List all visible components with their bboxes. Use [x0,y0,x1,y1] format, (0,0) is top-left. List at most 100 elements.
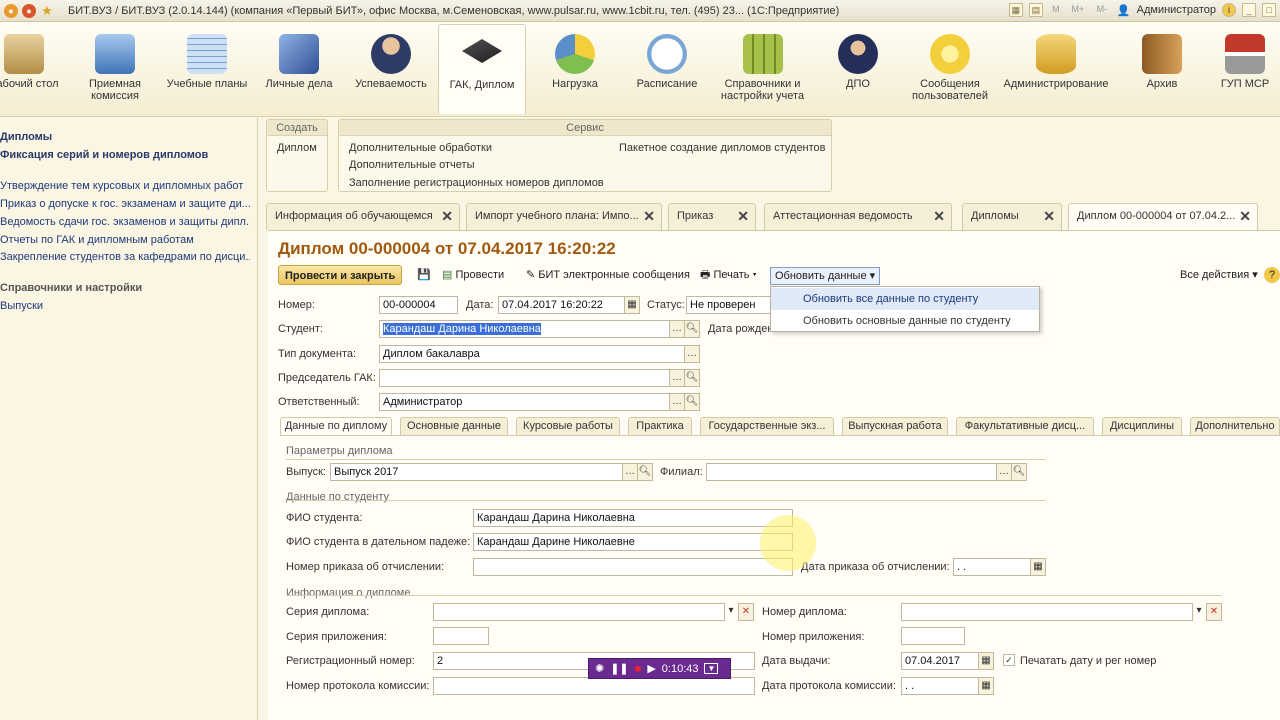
section-personal-files[interactable]: Личные дела [255,24,343,114]
close-icon[interactable]: ✕ [441,204,453,229]
section-references[interactable]: Справочники и настройки учета [715,24,810,114]
open-tab-attestation[interactable]: Аттестационная ведомость ✕ [764,203,952,230]
section-administration[interactable]: Администрирование [1000,24,1112,114]
open-tab-diplomas[interactable]: Дипломы ✕ [962,203,1062,230]
student-field[interactable]: Карандаш Дарина Николаевна [379,320,671,338]
app-series-field[interactable] [433,627,489,645]
info-icon[interactable]: i [1222,3,1236,17]
select-dots-icon[interactable]: … [684,345,700,363]
release-field[interactable]: Выпуск 2017 [330,463,624,481]
all-actions-button[interactable]: Все действия ▾ [1180,265,1258,285]
section-load[interactable]: Нагрузка [531,24,619,114]
play-icon[interactable]: ▶ [647,662,655,675]
clear-icon[interactable]: ✕ [1206,603,1222,621]
search-icon[interactable]: 🔍︎ [684,393,700,411]
select-dots-icon[interactable]: … [996,463,1012,481]
current-user[interactable]: Администратор [1137,4,1216,16]
protocol-date-field[interactable]: . . [901,677,979,695]
branch-field[interactable] [706,463,998,481]
select-dots-icon[interactable]: … [669,369,685,387]
fio-dative-field[interactable]: Карандаш Дарине Николаевне [473,533,793,551]
calendar-icon[interactable]: ▦ [1030,558,1046,576]
service-fill-reg-numbers[interactable]: Заполнение регистрационных номеров дипло… [349,177,604,189]
bit-messages-button[interactable]: ✎ БИТ электронные сообщения [526,265,690,285]
section-curriculum[interactable]: Учебные планы [163,24,251,114]
select-dots-icon[interactable]: … [622,463,638,481]
tab-practice[interactable]: Практика [628,417,692,435]
menu-update-main[interactable]: Обновить основные данные по студенту [771,310,1039,332]
search-icon[interactable]: 🔍︎ [684,320,700,338]
expel-date-field[interactable]: . . [953,558,1031,576]
nav-item-gak-reports[interactable]: Отчеты по ГАК и дипломным работам [0,234,250,246]
fio-field[interactable]: Карандаш Дарина Николаевна [473,509,793,527]
tab-additional[interactable]: Дополнительно [1190,417,1280,435]
tab-final-work[interactable]: Выпускная работа [842,417,948,435]
section-gup-msr[interactable]: ГУП МСР [1210,24,1280,114]
favorite-star-icon[interactable]: ★ [40,3,54,18]
search-icon[interactable]: 🔍︎ [1011,463,1027,481]
calendar-icon[interactable]: ▦ [624,296,640,314]
search-icon[interactable]: 🔍︎ [637,463,653,481]
nav-item-releases[interactable]: Выпуски [0,300,250,312]
chevron-down-icon[interactable]: ▾ [723,603,739,621]
nav-item-department-assignment[interactable]: Закрепление студентов за кафедрами по ди… [0,251,250,263]
open-tab-order[interactable]: Приказ ✕ [668,203,756,230]
open-tab-import-plan[interactable]: Импорт учебного плана: Импо... ✕ [466,203,662,230]
nav-item-series-fixation[interactable]: Фиксация серий и номеров дипломов [0,149,250,161]
doctype-field[interactable]: Диплом бакалавра [379,345,686,363]
recorder-menu-icon[interactable]: ▼ [704,663,719,674]
m-button[interactable]: M [1049,3,1063,17]
section-dpo[interactable]: ДПО [814,24,902,114]
chevron-down-icon[interactable]: ▾ [1191,603,1207,621]
tab-main-data[interactable]: Основные данные [400,417,508,435]
calculator-icon[interactable]: ▦ [1008,3,1023,17]
section-gak-diploma[interactable]: ГАК, Диплом [438,24,526,114]
section-schedule[interactable]: Расписание [623,24,711,114]
clear-icon[interactable]: ✕ [738,603,754,621]
maximize-button[interactable]: □ [1262,3,1276,17]
number-field[interactable]: 00-000004 [379,296,458,314]
m-minus-button[interactable]: M- [1093,3,1111,17]
calendar-icon[interactable]: ▤ [1028,3,1043,17]
service-batch-create[interactable]: Пакетное создание дипломов студентов [619,142,826,154]
close-icon[interactable]: ✕ [933,204,945,229]
date-field[interactable]: 07.04.2017 16:20:22 [498,296,626,314]
help-icon[interactable]: ? [1264,267,1280,283]
menu-update-all[interactable]: Обновить все данные по студенту [771,288,1039,310]
close-icon[interactable]: ✕ [737,204,749,229]
nav-item-topics-approval[interactable]: Утверждение тем курсовых и дипломных раб… [0,180,250,192]
select-dots-icon[interactable]: … [669,393,685,411]
close-icon[interactable]: ✕ [1239,204,1251,229]
close-icon[interactable]: ✕ [643,204,655,229]
app-menu-icon[interactable]: ● [4,3,18,18]
open-tab-diploma-doc[interactable]: Диплом 00-000004 от 07.04.2... ✕ [1068,203,1258,231]
expel-order-field[interactable] [473,558,793,576]
post-and-close-button[interactable]: Провести и закрыть [278,265,403,285]
print-button[interactable]: 🖶 Печать ▾ [700,265,757,285]
search-icon[interactable]: 🔍︎ [684,369,700,387]
close-icon[interactable]: ✕ [1043,204,1055,229]
print-date-checkbox[interactable]: ✓ [1003,654,1015,666]
section-progress[interactable]: Успеваемость [347,24,435,114]
protocol-field[interactable] [433,677,755,695]
select-dots-icon[interactable]: … [669,320,685,338]
responsible-field[interactable]: Администратор [379,393,671,411]
section-desktop[interactable]: Рабочий стол [0,24,68,114]
pause-icon[interactable]: ❚❚ [610,662,628,675]
minimize-button[interactable]: _ [1242,3,1256,17]
service-additional-reports[interactable]: Дополнительные отчеты [349,159,474,171]
series-field[interactable] [433,603,725,621]
tab-coursework[interactable]: Курсовые работы [516,417,620,435]
app-number-field[interactable] [901,627,965,645]
dip-number-field[interactable] [901,603,1193,621]
calendar-icon[interactable]: ▦ [978,677,994,695]
stop-icon[interactable]: ■ [635,663,642,675]
section-archive[interactable]: Архив [1118,24,1206,114]
nav-item-admission-order[interactable]: Приказ о допуске к гос. экзаменам и защи… [0,198,250,210]
section-admission[interactable]: Приемная комиссия [71,24,159,114]
issue-date-field[interactable]: 07.04.2017 [901,652,979,670]
post-button[interactable]: ▤ Провести [442,265,504,285]
status-field[interactable]: Не проверен [686,296,772,314]
service-additional-processing[interactable]: Дополнительные обработки [349,142,492,154]
open-tab-student-info[interactable]: Информация об обучающемся ✕ [266,203,460,230]
